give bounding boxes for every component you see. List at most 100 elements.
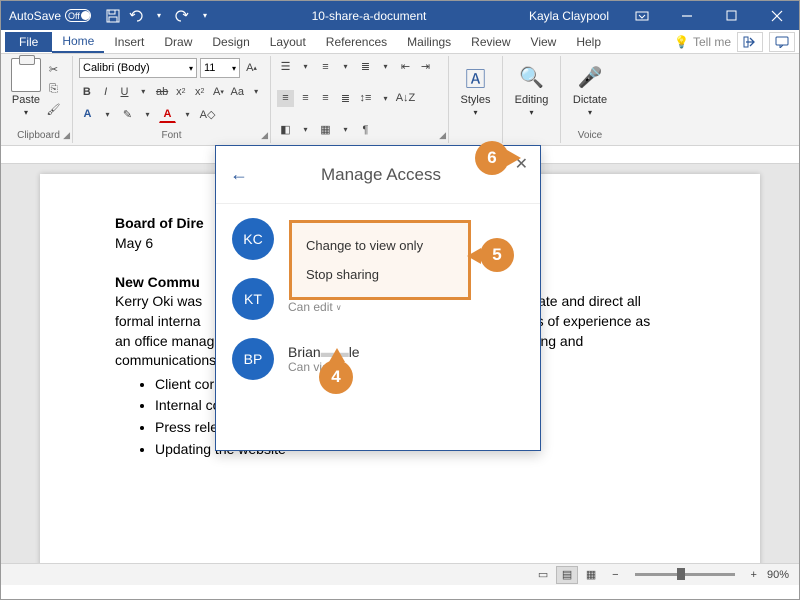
ribbon: Paste ▾ ✂ ⎘ 🖌 Clipboard ◢ Calibri (Body)… — [1, 54, 799, 146]
zoom-thumb[interactable] — [677, 568, 685, 580]
undo-icon[interactable] — [128, 8, 144, 24]
web-layout-button[interactable]: ▦ — [580, 566, 602, 584]
font-color-button[interactable]: A — [159, 106, 176, 123]
strikethrough-button[interactable]: ab — [154, 83, 170, 100]
tab-view[interactable]: View — [521, 32, 567, 52]
tab-references[interactable]: References — [316, 32, 397, 52]
highlight-button[interactable]: ✎ — [119, 106, 136, 123]
tab-home[interactable]: Home — [52, 31, 104, 53]
bullets-dropdown[interactable]: ▾ — [297, 58, 314, 75]
zoom-in-button[interactable]: + — [751, 569, 757, 581]
spacing-dropdown[interactable]: ▾ — [377, 90, 394, 107]
editing-group: 🔍 Editing ▾ — [503, 56, 561, 143]
autosave-toggle[interactable]: Off — [65, 9, 91, 22]
shrink-font-icon[interactable]: A▾ — [211, 83, 227, 100]
shading-dropdown[interactable]: ▾ — [297, 121, 314, 138]
zoom-slider[interactable] — [635, 573, 735, 576]
numbering-button[interactable]: ≡ — [317, 58, 334, 75]
back-button[interactable]: ← — [230, 164, 248, 185]
voice-group: 🎤 Dictate ▾ Voice — [561, 56, 619, 143]
share-button[interactable] — [737, 32, 763, 52]
borders-dropdown[interactable]: ▾ — [337, 121, 354, 138]
read-mode-button[interactable]: ▭ — [532, 566, 554, 584]
editing-button[interactable]: 🔍 Editing ▾ — [515, 58, 549, 117]
cut-icon[interactable]: ✂ — [45, 61, 62, 78]
minimize-button[interactable] — [664, 1, 709, 30]
show-marks-button[interactable]: ¶ — [357, 121, 374, 138]
borders-button[interactable]: ▦ — [317, 121, 334, 138]
callout-6: 6 — [475, 141, 509, 175]
voice-label: Voice — [578, 128, 602, 141]
align-left-button[interactable]: ≡ — [277, 90, 294, 107]
redo-icon[interactable] — [174, 8, 190, 24]
align-center-button[interactable]: ≡ — [297, 90, 314, 107]
tell-me-search[interactable]: 💡 Tell me — [674, 35, 731, 49]
close-button[interactable] — [754, 1, 799, 30]
chevron-down-icon: ▾ — [24, 108, 28, 117]
person-permission[interactable]: Can edit ∨ — [288, 300, 385, 314]
user-name[interactable]: Kayla Claypool — [519, 9, 619, 23]
stop-sharing-item[interactable]: Stop sharing — [292, 260, 468, 289]
shading-button[interactable]: ◧ — [277, 121, 294, 138]
autosave-control[interactable]: AutoSave Off — [1, 9, 99, 23]
tab-review[interactable]: Review — [461, 32, 520, 52]
dictate-button[interactable]: 🎤 Dictate ▾ — [573, 58, 607, 117]
tab-help[interactable]: Help — [566, 32, 611, 52]
zoom-out-button[interactable]: − — [612, 569, 618, 581]
case-dropdown[interactable]: ▾ — [248, 83, 264, 100]
zoom-level[interactable]: 90% — [767, 569, 789, 581]
change-case-button[interactable]: Aa — [229, 83, 245, 100]
copy-icon[interactable]: ⎘ — [45, 81, 62, 98]
change-to-view-only-item[interactable]: Change to view only — [292, 231, 468, 260]
print-layout-button[interactable]: ▤ — [556, 566, 578, 584]
bold-button[interactable]: B — [79, 83, 95, 100]
styles-button[interactable]: 🄰 Styles ▾ — [461, 58, 491, 117]
numbering-dropdown[interactable]: ▾ — [337, 58, 354, 75]
view-buttons: ▭ ▤ ▦ — [532, 566, 602, 584]
font-size-select[interactable]: 11▾ — [200, 58, 240, 78]
tab-layout[interactable]: Layout — [260, 32, 316, 52]
grow-font-icon[interactable]: A▴ — [243, 60, 260, 77]
tab-file[interactable]: File — [5, 32, 52, 52]
dialog-launcher-icon[interactable]: ◢ — [439, 130, 446, 141]
align-right-button[interactable]: ≡ — [317, 90, 334, 107]
font-group: Calibri (Body)▾ 11▾ A▴ B I U ▾ ab x2 x2 … — [73, 56, 271, 143]
comments-button[interactable] — [769, 32, 795, 52]
dialog-launcher-icon[interactable]: ◢ — [63, 130, 70, 141]
multilevel-button[interactable]: ≣ — [357, 58, 374, 75]
italic-button[interactable]: I — [98, 83, 114, 100]
dialog-launcher-icon[interactable]: ◢ — [261, 130, 268, 141]
format-painter-icon[interactable]: 🖌 — [45, 101, 62, 118]
underline-button[interactable]: U — [117, 83, 133, 100]
qat-more-icon[interactable]: ▾ — [197, 8, 213, 24]
subscript-button[interactable]: x2 — [173, 83, 189, 100]
save-icon[interactable] — [105, 8, 121, 24]
superscript-button[interactable]: x2 — [192, 83, 208, 100]
line-spacing-button[interactable]: ↕≡ — [357, 90, 374, 107]
tab-draw[interactable]: Draw — [154, 32, 202, 52]
tab-mailings[interactable]: Mailings — [397, 32, 461, 52]
justify-button[interactable]: ≣ — [337, 90, 354, 107]
paste-button[interactable]: Paste ▾ — [11, 58, 41, 118]
multilevel-dropdown[interactable]: ▾ — [377, 58, 394, 75]
increase-indent-button[interactable]: ⇥ — [417, 58, 434, 75]
doc-heading: Board of Dire — [115, 215, 204, 231]
tab-insert[interactable]: Insert — [104, 32, 154, 52]
ribbon-options-icon[interactable] — [619, 1, 664, 30]
highlight-dropdown[interactable]: ▾ — [139, 106, 156, 123]
maximize-button[interactable] — [709, 1, 754, 30]
font-name-select[interactable]: Calibri (Body)▾ — [79, 58, 197, 78]
underline-dropdown[interactable]: ▾ — [135, 83, 151, 100]
decrease-indent-button[interactable]: ⇤ — [397, 58, 414, 75]
undo-dropdown-icon[interactable]: ▾ — [151, 8, 167, 24]
tab-design[interactable]: Design — [202, 32, 259, 52]
clipboard-group: Paste ▾ ✂ ⎘ 🖌 Clipboard ◢ — [5, 56, 73, 143]
person-row[interactable]: BP Brian▬▬le Can view ∨ — [232, 338, 524, 380]
sort-button[interactable]: A↓Z — [397, 90, 414, 107]
effects-dropdown[interactable]: ▾ — [99, 106, 116, 123]
titlebar: AutoSave Off ▾ ▾ 10-share-a-document Kay… — [1, 1, 799, 30]
color-dropdown[interactable]: ▾ — [179, 106, 196, 123]
bullets-button[interactable]: ☰ — [277, 58, 294, 75]
clear-format-button[interactable]: A◇ — [199, 106, 216, 123]
text-effects-button[interactable]: A — [79, 106, 96, 123]
